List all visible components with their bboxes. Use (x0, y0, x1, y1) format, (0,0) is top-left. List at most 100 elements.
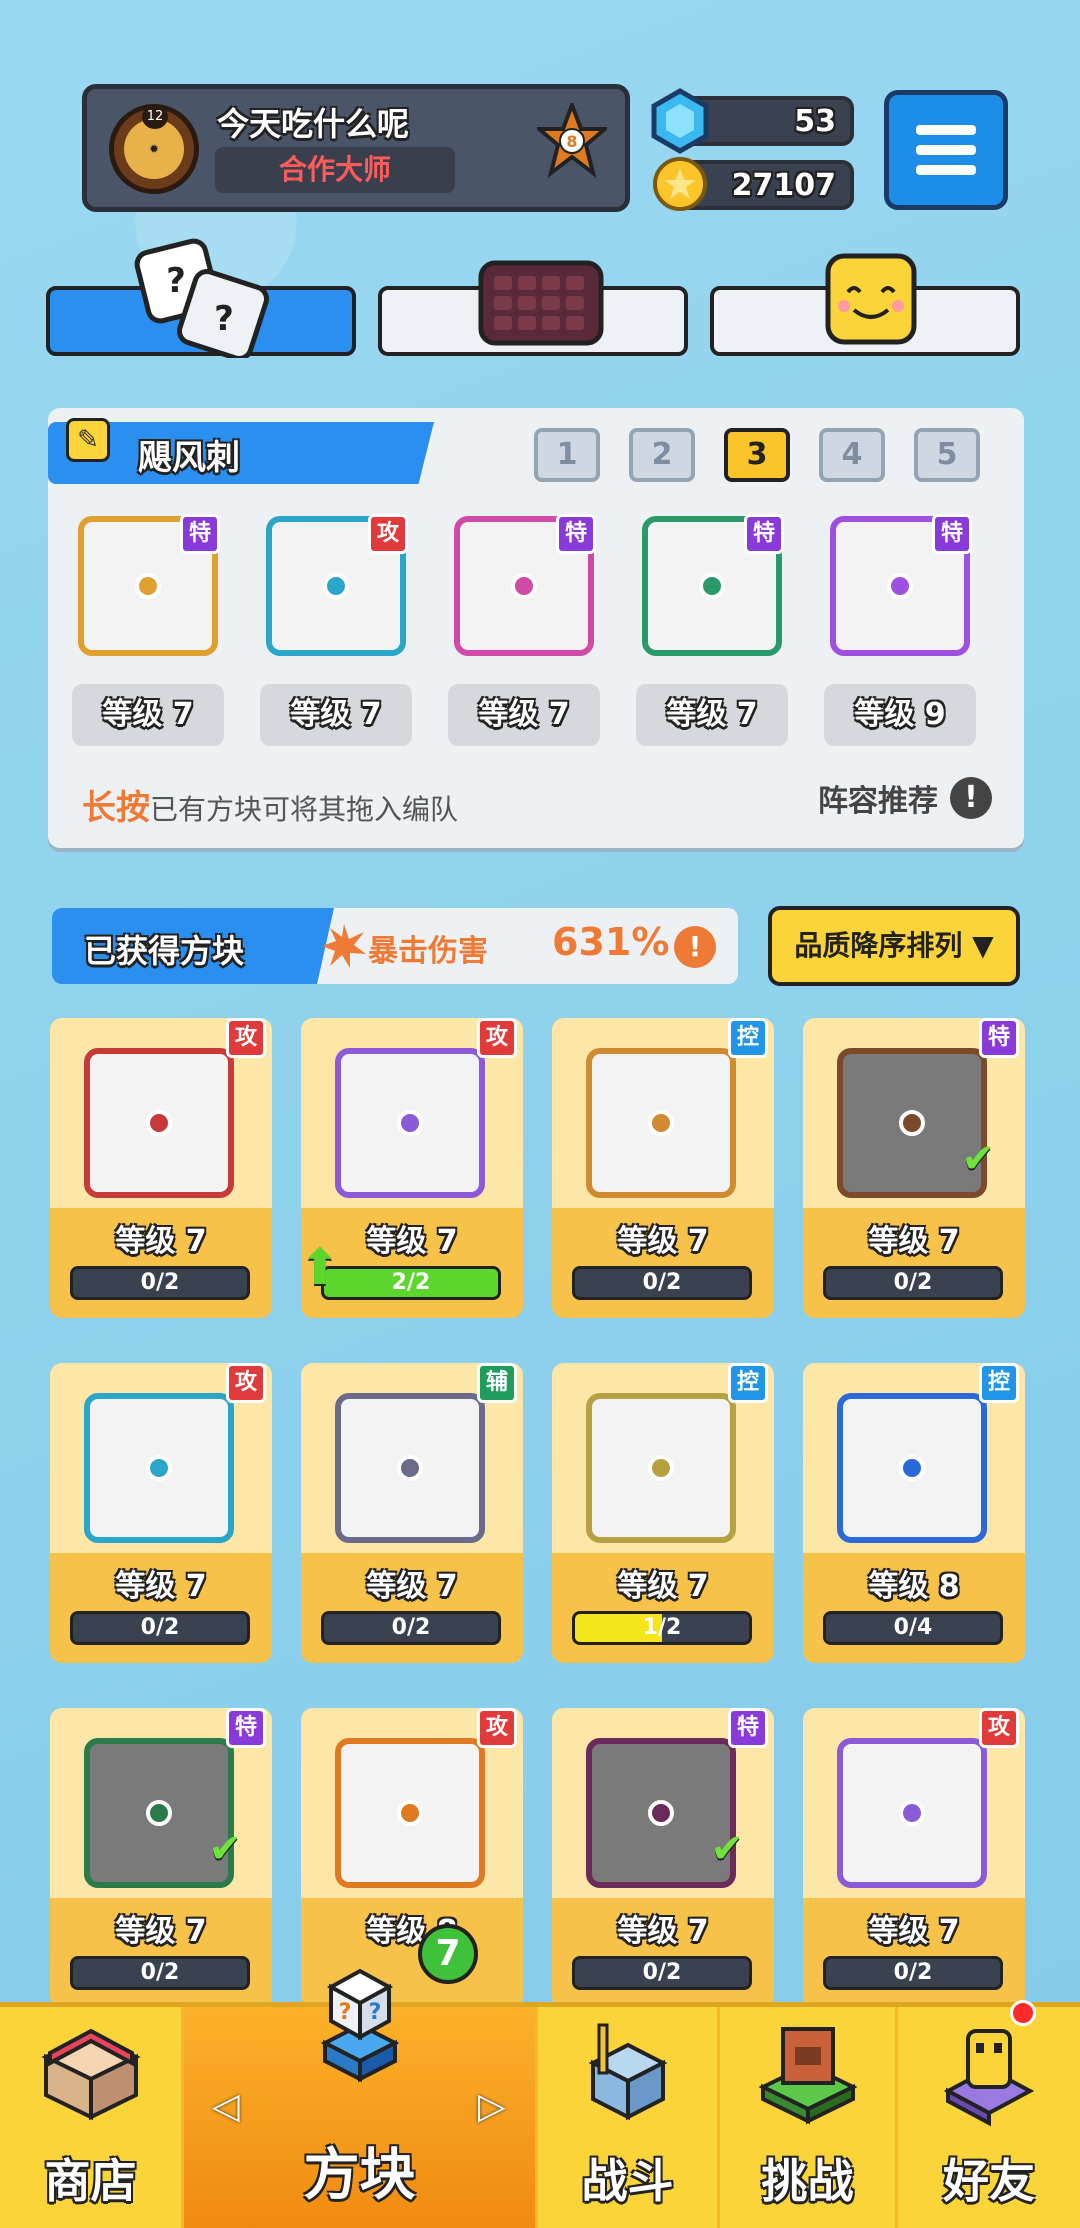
upgrade-progress-bar: 0/2 (823, 1266, 1003, 1300)
block-pip-icon (135, 573, 161, 599)
block-type-badge: 特 (744, 514, 784, 554)
profile-panel[interactable]: ✹ 12 今天吃什么呢 合作大师 8 (82, 84, 630, 212)
notification-dot (1010, 2000, 1036, 2026)
block-type-badge: 攻 (477, 1018, 517, 1058)
recommend-label: 阵容推荐 (818, 784, 938, 819)
owned-block-card[interactable]: 攻等级 7 0/2 (50, 1363, 272, 1663)
block-type-badge: 控 (728, 1363, 768, 1403)
deck-card[interactable]: 特 (830, 514, 972, 656)
nav-shop[interactable]: 商店 (0, 2007, 184, 2228)
menu-button[interactable] (884, 90, 1008, 210)
player-title: 合作大师 (215, 147, 455, 193)
block-pip-icon (648, 1455, 674, 1481)
block-art (586, 1048, 736, 1198)
avatar[interactable]: ✹ 12 (109, 104, 199, 194)
nav-battle-label: 战斗 (581, 2154, 674, 2208)
owned-block-card[interactable]: 控等级 8 0/4 (803, 1363, 1025, 1663)
block-type-badge: 特 (932, 514, 972, 554)
player-name: 今天吃什么呢 (217, 105, 410, 143)
block-pip-icon (887, 573, 913, 599)
block-level: 等级 8 (868, 1569, 960, 1604)
deck-slot-tab[interactable]: 5 (914, 428, 980, 482)
progress-text: 0/4 (893, 1615, 933, 1640)
upgrade-progress-bar: 0/2 (321, 1611, 501, 1645)
owned-block-card[interactable]: 特 ✔ 等级 7 0/2 (552, 1708, 774, 2008)
upgrade-progress-bar: 0/2 (70, 1611, 250, 1645)
owned-block-card[interactable]: 攻等级 7 2/2 ⬆ (301, 1018, 523, 1318)
equipped-check-icon: ✔ (961, 1136, 995, 1182)
deck-card[interactable]: 特 (78, 514, 220, 656)
crit-info-icon[interactable]: ! (674, 926, 716, 968)
deck-card[interactable]: 特 (454, 514, 596, 656)
svg-text:?: ? (338, 2000, 351, 2025)
block-art (335, 1048, 485, 1198)
owned-label: 已获得方块 (84, 932, 245, 970)
deck-card-level: 等级 7 (260, 684, 412, 746)
hint-highlight: 长按 (82, 788, 150, 828)
block-type-badge: 攻 (226, 1018, 266, 1058)
block-pip-icon (699, 573, 725, 599)
nav-friends[interactable]: 好友 (898, 2007, 1080, 2228)
deck-card[interactable]: 攻 (266, 514, 408, 656)
progress-text: 0/2 (642, 1960, 682, 1985)
progress-text: 0/2 (893, 1270, 933, 1295)
block-pip-icon (648, 1110, 674, 1136)
deck-slot-tab[interactable]: 2 (629, 428, 695, 482)
block-level: 等级 7 (366, 1569, 458, 1604)
svg-text:?: ? (368, 2000, 381, 2025)
block-pip-icon (146, 1455, 172, 1481)
deck-slot-tab[interactable]: 3 (724, 428, 790, 482)
block-pip-icon (397, 1110, 423, 1136)
svg-text:?: ? (214, 299, 234, 339)
deck-card[interactable]: 特 (642, 514, 784, 656)
friend-robot-icon (943, 2029, 1035, 2127)
block-level: 等级 7 (617, 1569, 709, 1604)
owned-block-card[interactable]: 特 ✔ 等级 7 0/2 (50, 1708, 272, 2008)
deck-slot-tab[interactable]: 1 (534, 428, 600, 482)
upgrade-progress-bar: 0/4 (823, 1611, 1003, 1645)
shield-sword-icon (588, 2023, 667, 2121)
progress-text: 2/2 (391, 1270, 431, 1295)
pencil-icon: ✎ (77, 425, 99, 455)
owned-block-card[interactable]: 特 ✔ 等级 7 0/2 (803, 1018, 1025, 1318)
lineup-recommend-button[interactable]: 阵容推荐! (818, 776, 992, 820)
nav-friends-label: 好友 (943, 2154, 1035, 2208)
block-type-badge: 特 (979, 1018, 1019, 1058)
upgrade-arrow-icon[interactable]: ⬆ (301, 1238, 341, 1296)
owned-block-card[interactable]: 攻等级 7 0/2 (50, 1018, 272, 1318)
block-pip-icon (899, 1110, 925, 1136)
owned-block-card[interactable]: 控等级 7 0/2 (552, 1018, 774, 1318)
bottom-nav: 商店 ? ? 方块 战斗 挑战 好友 (0, 1968, 1080, 2228)
nav-blocks-label: 方块 (303, 2143, 416, 2208)
block-pip-icon (323, 573, 349, 599)
owned-block-card[interactable]: 攻等级 7 0/2 (803, 1708, 1025, 2008)
deck-slot-tab[interactable]: 4 (819, 428, 885, 482)
avatar-level: 12 (142, 105, 168, 129)
block-type-badge: 特 (556, 514, 596, 554)
prev-arrow-icon[interactable]: ◁ (212, 2086, 240, 2127)
block-art (335, 1393, 485, 1543)
upgrade-progress-bar: 0/2 (70, 1956, 250, 1990)
block-type-badge: 控 (728, 1018, 768, 1058)
upgrade-progress-bar: 2/2 (321, 1266, 501, 1300)
block-type-badge: 特 (226, 1708, 266, 1748)
upgrade-progress-bar: 0/2 (70, 1266, 250, 1300)
block-art (837, 1393, 987, 1543)
owned-block-card[interactable]: 控等级 7 1/2 (552, 1363, 774, 1663)
menu-icon-bar (916, 125, 976, 135)
nav-battle[interactable]: 战斗 (538, 2007, 720, 2228)
next-arrow-icon[interactable]: ▷ (478, 2086, 506, 2127)
block-type-badge: 辅 (477, 1363, 517, 1403)
shop-icon (40, 2028, 141, 2121)
castle-icon (757, 2027, 858, 2125)
deck-card-level: 等级 7 (636, 684, 788, 746)
progress-text: 0/2 (140, 1270, 180, 1295)
board-icon (478, 260, 604, 346)
sort-dropdown[interactable]: 品质降序排列 ▼ (768, 906, 1020, 986)
block-level: 等级 7 (617, 1224, 709, 1259)
block-pip-icon (146, 1800, 172, 1826)
edit-deck-name-button[interactable]: ✎ (66, 418, 110, 462)
burst-icon (322, 924, 366, 968)
nav-challenge[interactable]: 挑战 (720, 2007, 898, 2228)
owned-block-card[interactable]: 辅等级 7 0/2 (301, 1363, 523, 1663)
